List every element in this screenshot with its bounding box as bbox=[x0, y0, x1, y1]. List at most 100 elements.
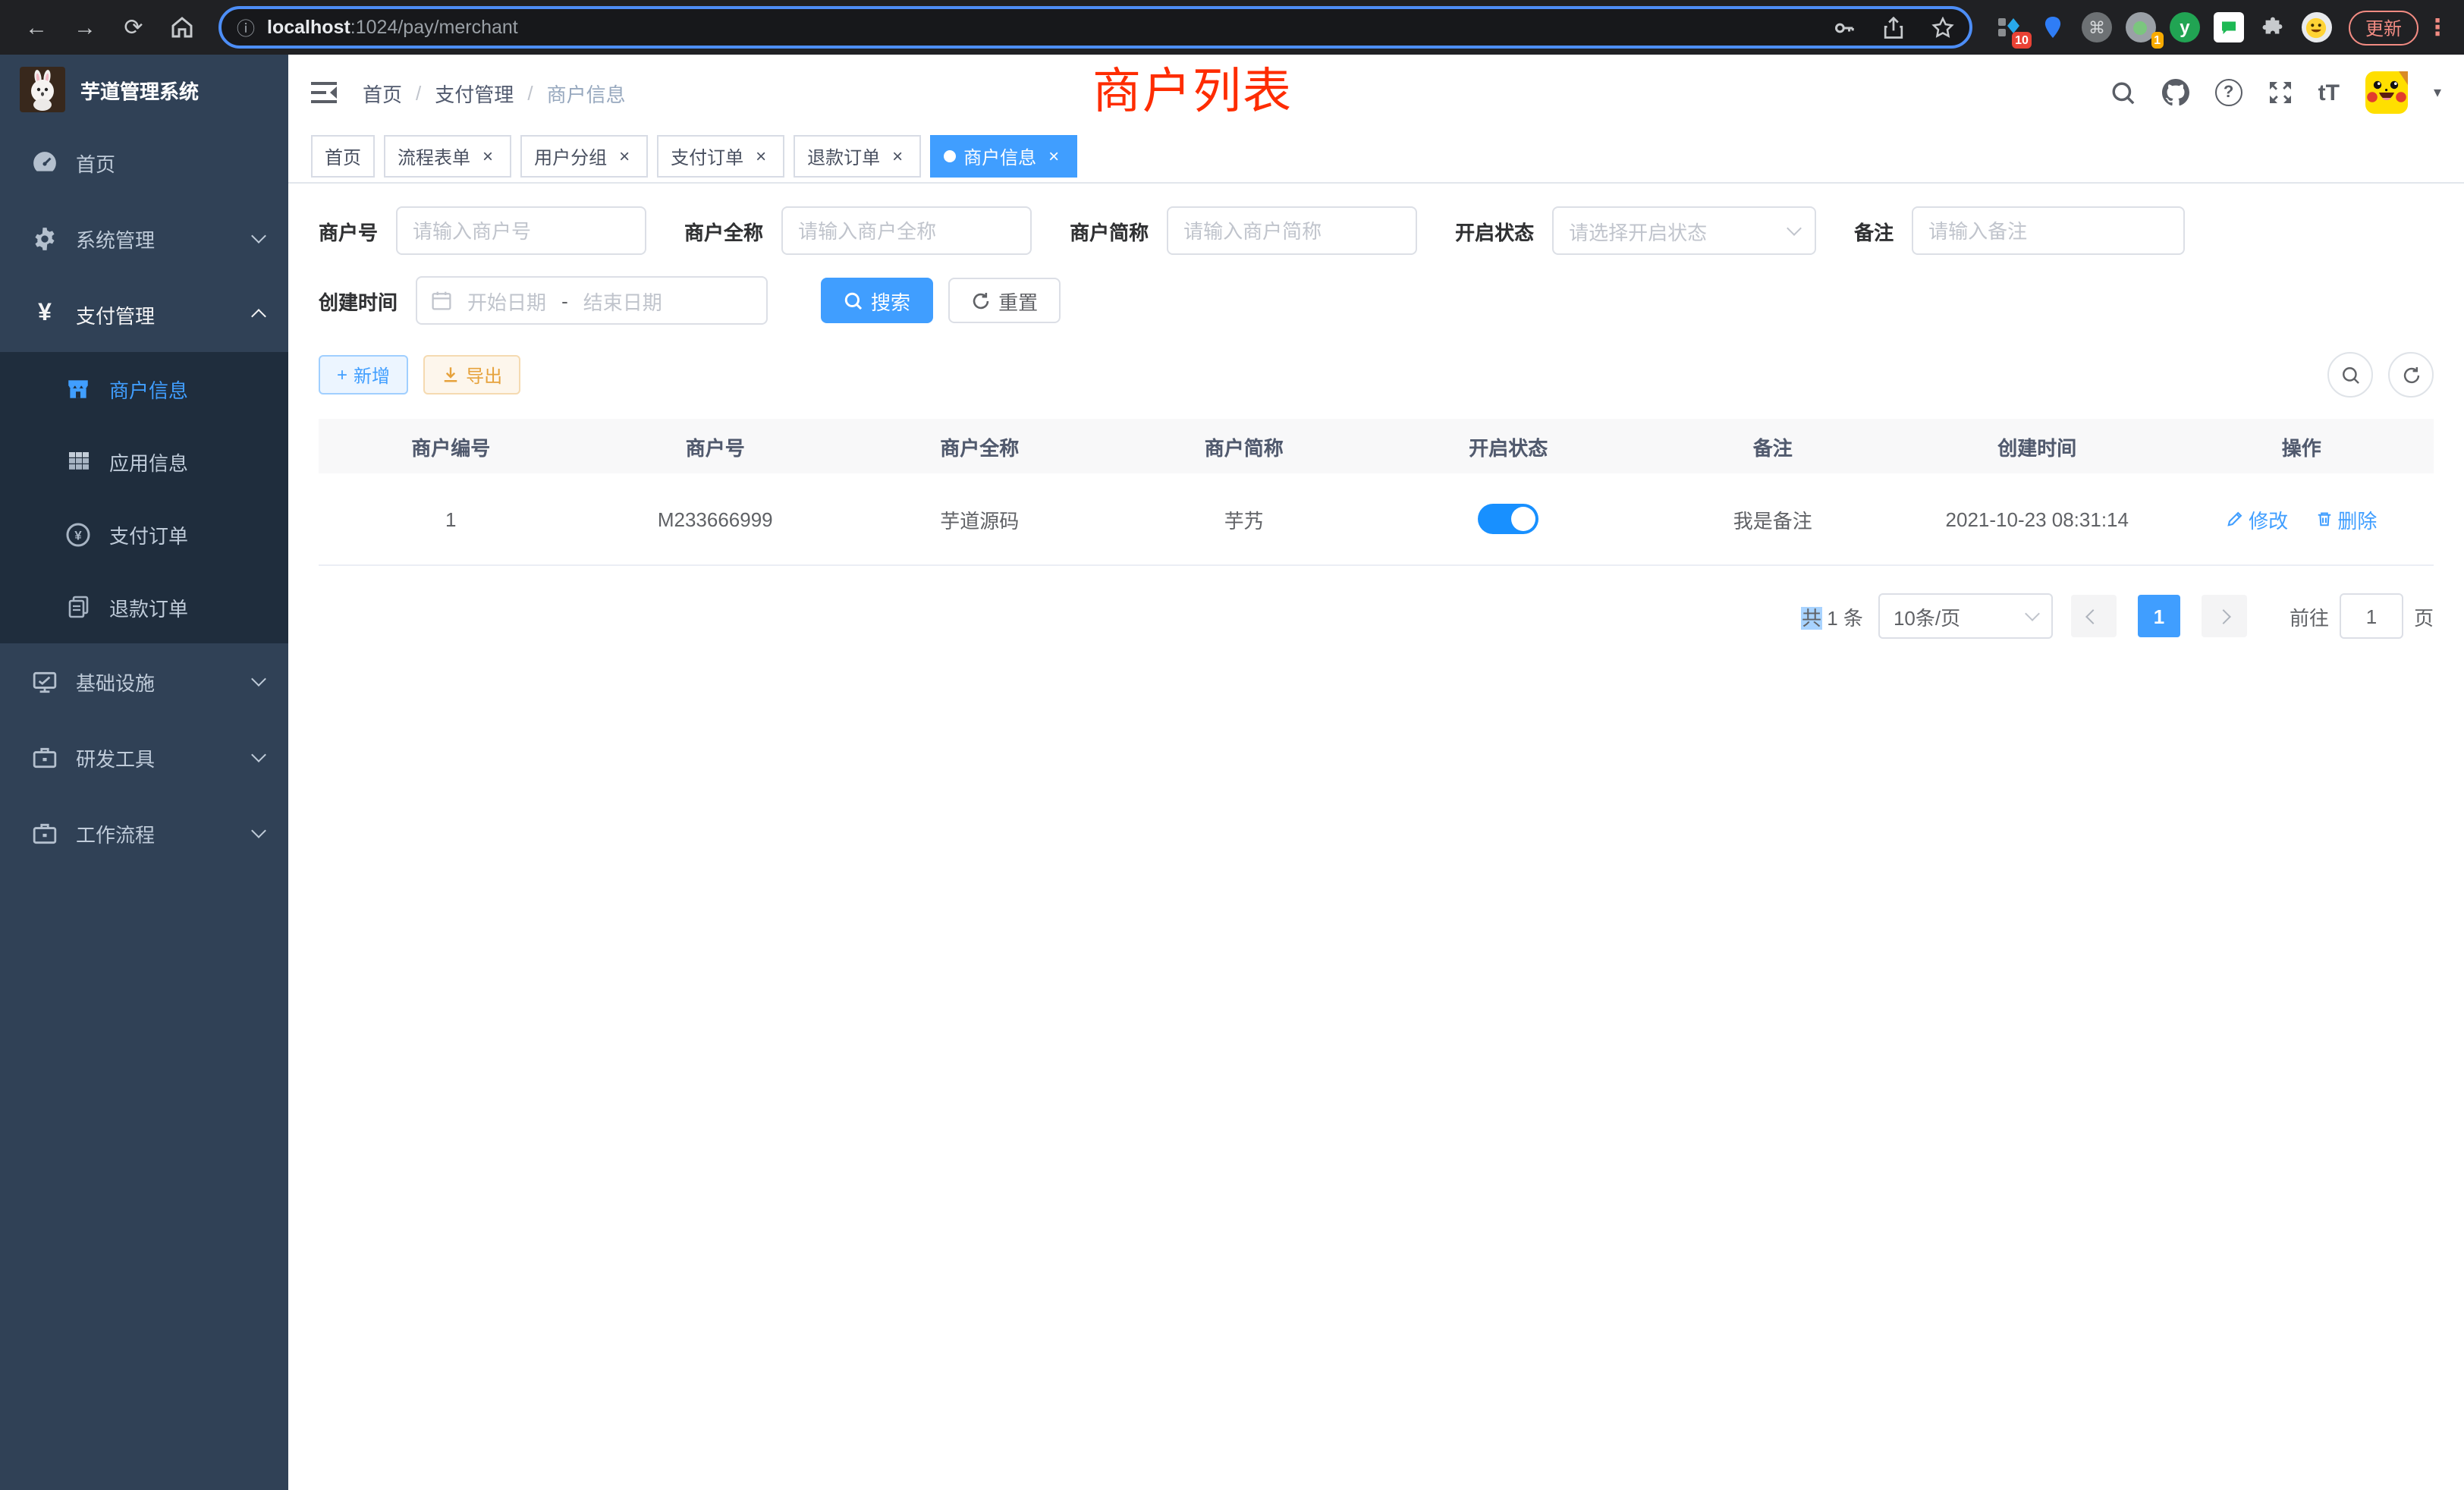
sidebar-item-infra[interactable]: 基础设施 bbox=[0, 643, 288, 719]
sidebar-item-devtools[interactable]: 研发工具 bbox=[0, 719, 288, 795]
home-icon[interactable] bbox=[162, 8, 202, 47]
chevron-up-icon bbox=[251, 309, 266, 324]
prev-page-button[interactable] bbox=[2071, 595, 2117, 637]
main-area: 首页 / 支付管理 / 商户信息 商户列表 bbox=[288, 55, 2464, 1490]
breadcrumb-separator: / bbox=[416, 81, 421, 104]
search-icon[interactable] bbox=[2110, 80, 2136, 105]
pin-extension-icon[interactable] bbox=[2038, 12, 2068, 42]
screen: ← → ⟳ ⓘ localhost:1024/pay/merchant bbox=[0, 0, 2464, 1490]
browser-menu-icon[interactable]: ⋮ bbox=[2426, 14, 2449, 41]
collapse-sidebar-icon[interactable] bbox=[311, 80, 338, 105]
reset-button[interactable]: 重置 bbox=[948, 278, 1061, 323]
cell-merchant-no: M233666999 bbox=[583, 473, 848, 565]
chat-extension-icon[interactable] bbox=[2214, 12, 2244, 42]
fullscreen-icon[interactable] bbox=[2268, 80, 2293, 105]
calendar-icon bbox=[431, 290, 452, 311]
y-brand-extension-icon[interactable]: y bbox=[2170, 12, 2200, 42]
browser-update-button[interactable]: 更新 bbox=[2349, 10, 2418, 45]
merchant-no-input[interactable] bbox=[396, 206, 646, 255]
close-icon[interactable]: × bbox=[478, 146, 498, 167]
app-logo-rabbit bbox=[20, 67, 65, 112]
col-merchant-no: 商户号 bbox=[583, 419, 848, 473]
add-button[interactable]: + 新增 bbox=[319, 355, 408, 395]
filter-remark: 备注 bbox=[1854, 206, 2185, 255]
tab-user-group[interactable]: 用户分组 × bbox=[520, 135, 648, 178]
share-icon[interactable] bbox=[1883, 16, 1904, 39]
sidebar-item-system[interactable]: 系统管理 bbox=[0, 200, 288, 276]
sidebar-item-workflow[interactable]: 工作流程 bbox=[0, 795, 288, 871]
total-rest: 1 条 bbox=[1821, 606, 1863, 629]
status-extension-icon[interactable]: 1 bbox=[2126, 12, 2156, 42]
extensions-puzzle-icon[interactable] bbox=[2258, 12, 2288, 42]
sidebar-item-pay[interactable]: ¥ 支付管理 bbox=[0, 276, 288, 352]
delete-link[interactable]: 删除 bbox=[2315, 505, 2377, 533]
status-select[interactable]: 请选择开启状态 bbox=[1552, 206, 1816, 255]
close-icon[interactable]: × bbox=[614, 146, 634, 167]
close-icon[interactable]: × bbox=[888, 146, 907, 167]
site-info-icon[interactable]: ⓘ bbox=[237, 14, 255, 40]
tab-refund-order[interactable]: 退款订单 × bbox=[794, 135, 921, 178]
col-merchant-short: 商户简称 bbox=[1112, 419, 1377, 473]
refresh-button[interactable] bbox=[2388, 352, 2434, 398]
breadcrumb-home[interactable]: 首页 bbox=[363, 78, 402, 107]
reload-icon[interactable]: ⟳ bbox=[114, 8, 153, 47]
sidebar-item-label: 商户信息 bbox=[109, 374, 188, 403]
bookmark-star-icon[interactable] bbox=[1931, 16, 1954, 39]
export-button[interactable]: 导出 bbox=[423, 355, 520, 395]
delete-link-label: 删除 bbox=[2337, 505, 2377, 533]
page-size-select[interactable]: 10条/页 bbox=[1878, 593, 2053, 639]
sidebar-item-app-info[interactable]: 应用信息 bbox=[0, 425, 288, 498]
caret-down-icon[interactable]: ▾ bbox=[2434, 84, 2441, 101]
cell-merchant-name: 芋道源码 bbox=[847, 473, 1112, 565]
tab-process-form[interactable]: 流程表单 × bbox=[384, 135, 511, 178]
font-size-icon[interactable]: tT bbox=[2318, 80, 2340, 105]
close-icon[interactable]: × bbox=[1044, 146, 1064, 167]
filter-label: 开启状态 bbox=[1455, 216, 1534, 245]
sidebar-item-label: 基础设施 bbox=[76, 667, 253, 696]
status-toggle[interactable] bbox=[1478, 504, 1538, 534]
breadcrumb-pay[interactable]: 支付管理 bbox=[435, 78, 514, 107]
password-key-icon[interactable] bbox=[1833, 16, 1856, 39]
tab-pay-order[interactable]: 支付订单 × bbox=[657, 135, 784, 178]
sidebar-item-merchant-info[interactable]: 商户信息 bbox=[0, 352, 288, 425]
remark-input[interactable] bbox=[1912, 206, 2185, 255]
search-button[interactable]: 搜索 bbox=[821, 278, 933, 323]
help-icon[interactable]: ? bbox=[2215, 79, 2242, 106]
chevron-down-icon bbox=[251, 823, 266, 838]
close-icon[interactable]: × bbox=[751, 146, 771, 167]
address-bar[interactable]: ⓘ localhost:1024/pay/merchant bbox=[218, 6, 1972, 49]
forward-icon[interactable]: → bbox=[65, 8, 105, 47]
merchant-short-input[interactable] bbox=[1167, 206, 1417, 255]
gear-icon bbox=[30, 225, 59, 251]
store-icon bbox=[64, 376, 93, 401]
url-text[interactable]: localhost:1024/pay/merchant bbox=[267, 17, 1806, 38]
next-page-button[interactable] bbox=[2202, 595, 2247, 637]
tab-label: 支付订单 bbox=[671, 143, 743, 169]
filter-merchant-name: 商户全称 bbox=[684, 206, 1032, 255]
emoji-extension-icon[interactable] bbox=[2302, 12, 2332, 42]
breadcrumb-current: 商户信息 bbox=[547, 78, 626, 107]
command-extension-icon[interactable]: ⌘ bbox=[2082, 12, 2112, 42]
end-date-placeholder: 结束日期 bbox=[583, 286, 662, 315]
navbar: 首页 / 支付管理 / 商户信息 商户列表 bbox=[288, 55, 2464, 130]
merchant-name-input[interactable] bbox=[781, 206, 1032, 255]
avatar[interactable] bbox=[2365, 71, 2408, 114]
date-range-picker[interactable]: 开始日期 - 结束日期 bbox=[416, 276, 768, 325]
goto-page-input[interactable] bbox=[2340, 593, 2403, 639]
pagination: 共 1 条 10条/页 1 前往 页 bbox=[319, 593, 2434, 639]
tab-merchant-info[interactable]: 商户信息 × bbox=[930, 135, 1077, 178]
back-icon[interactable]: ← bbox=[17, 8, 56, 47]
sidebar-item-home[interactable]: 首页 bbox=[0, 124, 288, 200]
col-merchant-name: 商户全称 bbox=[847, 419, 1112, 473]
devtools-extension-icon[interactable]: 10 bbox=[1994, 12, 2024, 42]
tab-home[interactable]: 首页 bbox=[311, 135, 375, 178]
github-icon[interactable] bbox=[2162, 79, 2189, 106]
url-host: localhost bbox=[267, 17, 350, 38]
app-logo-row[interactable]: 芋道管理系统 bbox=[0, 55, 288, 124]
edit-link[interactable]: 修改 bbox=[2226, 505, 2288, 533]
sidebar-item-refund-order[interactable]: 退款订单 bbox=[0, 571, 288, 643]
chevron-down-icon bbox=[251, 747, 266, 762]
sidebar-item-pay-order[interactable]: ¥ 支付订单 bbox=[0, 498, 288, 571]
page-1-button[interactable]: 1 bbox=[2138, 595, 2180, 637]
toggle-search-button[interactable] bbox=[2327, 352, 2373, 398]
